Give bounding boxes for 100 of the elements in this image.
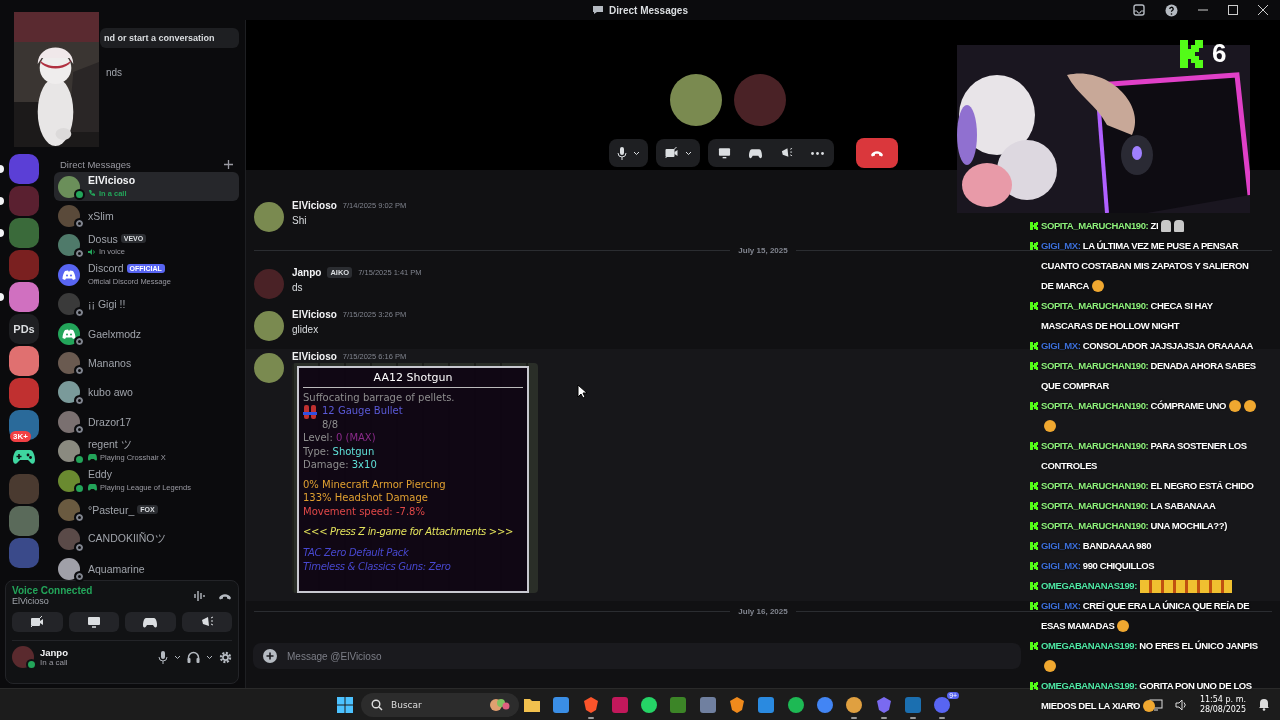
kick-logo-icon bbox=[1030, 582, 1038, 590]
bell-icon[interactable] bbox=[1258, 698, 1270, 711]
chat-message: SOPITA_MARUCHAN190: PARA SOSTENER LOS CONTROLES bbox=[1041, 439, 1248, 473]
steam-icon[interactable] bbox=[903, 695, 922, 714]
tooltip-line: Type: Shotgun bbox=[303, 445, 375, 457]
camera-control[interactable] bbox=[655, 139, 700, 167]
chat-message: GIGI_MX: CREÍ QUE ERA LA ÚNICA QUE REÍA DE ESAS MAMADAS bbox=[1041, 599, 1251, 635]
store-icon[interactable] bbox=[552, 695, 571, 714]
kick-logo-icon bbox=[1030, 542, 1038, 550]
soundwave-icon[interactable] bbox=[194, 589, 206, 602]
monitor-icon bbox=[86, 616, 101, 628]
microphone-icon[interactable] bbox=[158, 650, 168, 664]
volume-icon[interactable] bbox=[1174, 698, 1188, 711]
diamond-icon[interactable] bbox=[874, 695, 893, 714]
hang-up-button[interactable] bbox=[855, 138, 898, 168]
chat-message: OMEGABANANAS199: NO ERES EL ÚNICO JANPIS bbox=[1041, 636, 1262, 676]
window-title: Direct Messages bbox=[609, 4, 688, 16]
camera-off-icon[interactable] bbox=[663, 147, 679, 159]
camera-off-button[interactable] bbox=[12, 612, 63, 632]
dm-item[interactable]: kubo awo bbox=[54, 377, 239, 408]
message-text: glidex bbox=[292, 324, 319, 335]
soundboard-button[interactable] bbox=[181, 612, 232, 632]
music-icon[interactable] bbox=[786, 695, 805, 714]
chat-message: GIGI_MX: 990 CHIQUILLOS bbox=[1041, 559, 1156, 573]
flowers-icon bbox=[489, 696, 511, 713]
megaphone-icon bbox=[199, 616, 214, 628]
user-name: regent ツ bbox=[88, 437, 132, 452]
message-input[interactable]: Message @ElVicioso bbox=[253, 643, 1021, 669]
game-icon[interactable] bbox=[698, 695, 717, 714]
author-name[interactable]: ElVicioso bbox=[292, 351, 337, 362]
server-icon[interactable] bbox=[9, 410, 39, 440]
user-name: Drazor17 bbox=[88, 415, 132, 428]
activity-button[interactable] bbox=[125, 612, 176, 632]
gamepad-icon[interactable] bbox=[12, 448, 36, 466]
date-divider: July 15, 2025 bbox=[738, 246, 788, 255]
close-icon[interactable] bbox=[1258, 5, 1268, 15]
square-icon[interactable] bbox=[610, 695, 629, 714]
bullet-icon bbox=[303, 404, 317, 420]
chat-message: GIGI_MX: CONSOLADOR JAJSJAJSJA ORAAAAA bbox=[1041, 339, 1254, 353]
server-icon[interactable] bbox=[9, 346, 39, 376]
author-name[interactable]: ElVicioso bbox=[292, 309, 337, 320]
network-icon[interactable] bbox=[1148, 698, 1163, 711]
plus-icon[interactable] bbox=[263, 649, 277, 663]
plus-icon[interactable] bbox=[224, 159, 233, 169]
avatar[interactable] bbox=[254, 311, 284, 341]
chat-message: SOPITA_MARUCHAN190: LA SABANAAA bbox=[1041, 499, 1217, 513]
screen-share-button[interactable] bbox=[68, 612, 119, 632]
nav-item[interactable]: nds bbox=[106, 66, 123, 78]
more-icon[interactable] bbox=[810, 151, 824, 155]
headphones-icon[interactable] bbox=[187, 651, 200, 663]
author-name[interactable]: Janpo bbox=[292, 267, 322, 278]
maximize-icon[interactable] bbox=[1228, 5, 1238, 15]
author-name[interactable]: ElVicioso bbox=[292, 200, 337, 211]
code-icon[interactable] bbox=[757, 695, 776, 714]
avatar[interactable] bbox=[670, 74, 722, 126]
dm-item[interactable]: ¡¡ Gigi !! bbox=[54, 289, 239, 319]
kick-logo-icon bbox=[1030, 602, 1038, 610]
shield-icon[interactable] bbox=[581, 695, 600, 714]
user-name: Gaelxmodz bbox=[88, 327, 142, 340]
clock-date[interactable]: 28/08/2025 bbox=[1199, 704, 1246, 715]
status-dot bbox=[26, 659, 37, 670]
screen-share-icon[interactable] bbox=[717, 147, 731, 159]
fruit-icon[interactable] bbox=[728, 695, 747, 714]
inbox-icon[interactable] bbox=[1133, 4, 1145, 16]
user-name: Dosus bbox=[88, 232, 118, 245]
settings-icon[interactable] bbox=[219, 650, 232, 664]
clock-time[interactable]: 11:54 p. m. bbox=[1199, 694, 1246, 705]
chat-icon[interactable] bbox=[640, 695, 659, 714]
kick-logo-icon bbox=[1030, 302, 1038, 310]
dm-item[interactable]: Drazor17 bbox=[54, 407, 239, 437]
search-field[interactable]: nd or start a conversation bbox=[100, 28, 239, 48]
server-icon[interactable] bbox=[9, 282, 39, 312]
kick-logo-icon bbox=[1030, 342, 1038, 350]
microphone-icon[interactable] bbox=[616, 146, 627, 160]
dm-item[interactable]: xSlim bbox=[54, 201, 239, 231]
windows-icon[interactable] bbox=[337, 696, 353, 713]
tooltip-line: 133% Headshot Damage bbox=[303, 492, 428, 503]
dm-item[interactable]: CANDOKIIÑOツ bbox=[54, 524, 239, 555]
tooltip-line: Level: 0 (MAX) bbox=[303, 432, 376, 443]
tooltip-line: 12 Gauge Bullet bbox=[322, 405, 403, 416]
microphone-control[interactable] bbox=[608, 139, 648, 167]
search-field[interactable]: Buscar bbox=[361, 692, 519, 717]
gamepad-icon[interactable] bbox=[748, 147, 762, 159]
hang-up-icon[interactable] bbox=[218, 591, 232, 600]
soundboard-icon[interactable] bbox=[779, 147, 793, 159]
dm-item[interactable]: Mananos bbox=[54, 348, 239, 378]
user-name: kubo awo bbox=[88, 386, 133, 399]
chat-message: OMEGABANANAS199: bbox=[1041, 576, 1262, 596]
count-badge: 3K+ bbox=[10, 431, 31, 442]
browser-icon[interactable] bbox=[815, 695, 834, 714]
joystick-icon[interactable] bbox=[845, 695, 864, 714]
avatar[interactable] bbox=[254, 353, 284, 383]
avatar[interactable] bbox=[254, 202, 284, 232]
chat-message: SOPITA_MARUCHAN190: UNA MOCHILA??) bbox=[1041, 519, 1228, 533]
server-icon[interactable]: PDs bbox=[9, 314, 39, 344]
dm-item[interactable]: Gaelxmodz bbox=[54, 318, 239, 349]
channel-name: ElVicioso bbox=[12, 596, 49, 606]
help-icon[interactable] bbox=[1165, 3, 1178, 17]
user-name: Eddy bbox=[88, 468, 112, 481]
block-icon[interactable] bbox=[669, 695, 688, 714]
